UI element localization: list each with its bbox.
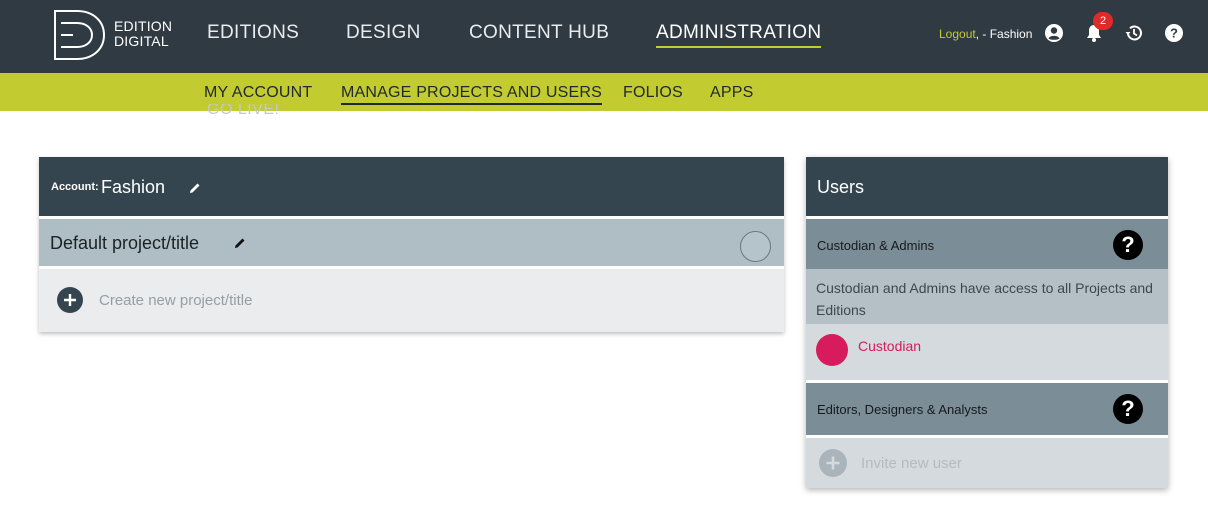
logo-wordmark: EDITION DIGITAL bbox=[114, 19, 172, 49]
invite-user-label: Invite new user bbox=[861, 455, 962, 472]
project-row[interactable]: Default project/title bbox=[39, 219, 784, 266]
nav-editions[interactable]: EDITIONS bbox=[207, 22, 299, 44]
user-circle-icon[interactable] bbox=[1044, 23, 1064, 43]
logo-line-1: EDITION bbox=[114, 18, 173, 34]
edit-project-pencil-icon[interactable] bbox=[234, 236, 246, 254]
custodian-admins-title: Custodian & Admins bbox=[817, 238, 935, 253]
logout-area: Logout, - Fashion bbox=[939, 27, 1032, 41]
top-navigation-bar: EDITION DIGITAL EDITIONS DESIGN CONTENT … bbox=[0, 0, 1208, 73]
users-title: Users bbox=[817, 177, 865, 197]
logo-mark-icon bbox=[54, 10, 106, 60]
help-icon[interactable]: ? bbox=[1164, 23, 1184, 43]
account-projects-panel: Account: Fashion Default project/title C… bbox=[39, 157, 784, 332]
custodian-admins-section-header: Custodian & Admins ? bbox=[806, 219, 1168, 269]
account-indicator: , - Fashion bbox=[975, 27, 1033, 41]
create-project-button[interactable]: Create new project/title bbox=[39, 269, 784, 332]
nav-administration[interactable]: ADMINISTRATION bbox=[656, 22, 822, 48]
logo-line-2: DIGITAL bbox=[114, 33, 169, 49]
logout-link[interactable]: Logout bbox=[939, 27, 976, 41]
users-panel: Users Custodian & Admins ? Custodian and… bbox=[806, 157, 1168, 488]
edit-account-pencil-icon[interactable] bbox=[189, 181, 201, 199]
custodian-description: Custodian and Admins have access to all … bbox=[806, 269, 1168, 324]
custodian-user-row[interactable]: Custodian bbox=[806, 324, 1168, 380]
subnav-apps[interactable]: APPS bbox=[710, 84, 754, 102]
editors-help-question-icon[interactable]: ? bbox=[1113, 394, 1143, 424]
subnav-go-live-overflow[interactable]: GO LIVE! bbox=[207, 104, 279, 118]
subnav-folios[interactable]: FOLIOS bbox=[623, 84, 683, 102]
editors-section-header: Editors, Designers & Analysts ? bbox=[806, 383, 1168, 435]
users-header: Users bbox=[806, 157, 1168, 216]
secondary-navigation-bar: MY ACCOUNT MANAGE PROJECTS AND USERS FOL… bbox=[0, 73, 1208, 111]
nav-content-hub[interactable]: CONTENT HUB bbox=[469, 22, 609, 44]
account-header: Account: Fashion bbox=[39, 157, 784, 216]
history-icon[interactable] bbox=[1124, 23, 1144, 43]
go-live-label: GO LIVE! bbox=[207, 104, 280, 118]
edition-digital-logo[interactable]: EDITION DIGITAL bbox=[53, 9, 183, 61]
nav-design[interactable]: DESIGN bbox=[346, 22, 421, 44]
account-name: Fashion bbox=[101, 177, 166, 197]
invite-user-button[interactable]: Invite new user bbox=[806, 438, 1168, 488]
editors-title: Editors, Designers & Analysts bbox=[817, 402, 988, 417]
custodian-user-name: Custodian bbox=[858, 338, 922, 354]
project-name: Default project/title bbox=[50, 233, 200, 253]
notification-badge: 2 bbox=[1093, 12, 1113, 30]
custodian-avatar bbox=[816, 334, 848, 366]
project-select-radio[interactable] bbox=[740, 231, 771, 262]
plus-circle-icon bbox=[57, 287, 83, 313]
create-project-label: Create new project/title bbox=[99, 292, 253, 309]
svg-text:?: ? bbox=[1170, 26, 1178, 41]
custodian-help-question-icon[interactable]: ? bbox=[1113, 230, 1143, 260]
subnav-manage-projects-and-users[interactable]: MANAGE PROJECTS AND USERS bbox=[341, 84, 603, 105]
plus-circle-icon bbox=[819, 449, 847, 477]
account-label: Account: bbox=[51, 181, 99, 193]
subnav-my-account[interactable]: MY ACCOUNT bbox=[204, 84, 312, 102]
